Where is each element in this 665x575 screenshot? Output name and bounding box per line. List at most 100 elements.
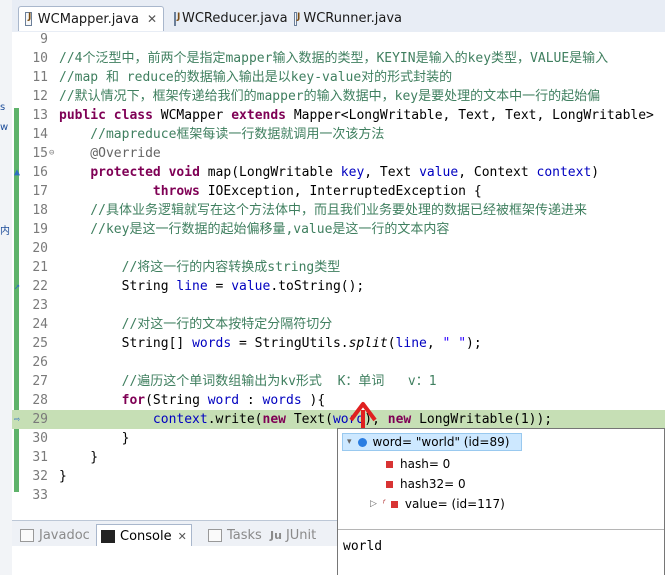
code-text: public class WCMapper extends Mapper<Lon…: [59, 106, 654, 125]
tab-junit[interactable]: Ju JUnit: [270, 525, 316, 545]
variable-hover-popup[interactable]: ▾ word= "world" (id=89) hash= 0 hash32= …: [337, 428, 665, 575]
code-line[interactable]: 27 //遍历这个单词数组输出为kv形式 K：单词 v：1: [12, 372, 665, 391]
code-token: Mapper<LongWritable, Text, Text, LongWri…: [293, 108, 654, 123]
bottom-panel-tabs: Javadoc Console ✕ Tasks Ju JUnit: [12, 520, 337, 547]
code-token: value: [419, 165, 459, 180]
code-token: split: [348, 336, 388, 351]
variable-root[interactable]: ▾ word= "world" (id=89): [342, 433, 522, 451]
tab-tasks[interactable]: Tasks: [208, 525, 262, 545]
code-line[interactable]: 16 ▲ protected void map(LongWritable key,…: [12, 163, 665, 182]
code-token: //mapreduce框架每读一行数据就调用一次该方法: [59, 127, 385, 142]
tab-console[interactable]: Console ✕: [96, 524, 192, 547]
variable-field-value[interactable]: ▷ ᶠ value= (id=117): [370, 495, 505, 513]
tab-label: WCRunner.java: [303, 11, 402, 26]
code-line[interactable]: 24 //对这一行的文本按特定分隔符切分: [12, 315, 665, 334]
tab-javadoc[interactable]: Javadoc: [20, 525, 90, 545]
tab-wcreducer[interactable]: WCReducer.java: [168, 6, 288, 31]
line-number: 31: [32, 450, 48, 465]
code-token: (String: [145, 393, 208, 408]
line-number: 18: [32, 203, 48, 218]
line-number: 12: [32, 89, 48, 104]
code-line[interactable]: 19 //key是这一行数据的起始偏移量,value是这一行的文本内容: [12, 220, 665, 239]
code-line[interactable]: 10 //4个泛型中，前两个是指定mapper输入数据的类型，KEYIN是输入的k…: [12, 49, 665, 68]
code-token: word: [207, 393, 240, 408]
code-token: " ": [442, 336, 467, 351]
code-line[interactable]: 14 //mapreduce框架每读一行数据就调用一次该方法: [12, 125, 665, 144]
code-token: map(LongWritable: [207, 165, 341, 180]
code-token: extends: [231, 108, 294, 123]
variable-field-hash32[interactable]: hash32= 0: [386, 475, 466, 493]
code-line[interactable]: 21 //将这一行的内容转换成string类型: [12, 258, 665, 277]
code-line[interactable]: 26: [12, 353, 665, 372]
code-text: }: [59, 429, 130, 448]
code-token: ){: [301, 393, 326, 408]
private-field-icon: [390, 500, 398, 508]
code-token: //key是这一行数据的起始偏移量,value是这一行的文本内容: [59, 222, 450, 237]
tasks-icon: [208, 528, 222, 542]
code-token: key: [340, 165, 365, 180]
code-line[interactable]: 12 //默认情况下，框架传递给我们的mapper的输入数据中，key是要处理的文…: [12, 87, 665, 106]
code-line[interactable]: 15 ⊖ @Override: [12, 144, 665, 163]
code-token: value: [231, 279, 271, 294]
code-line[interactable]: 28 for(String word : words ){: [12, 391, 665, 410]
console-icon: [101, 529, 115, 543]
code-token: , Text: [364, 165, 420, 180]
collapse-triangle-icon[interactable]: ▾: [347, 437, 352, 447]
local-variable-icon: [357, 437, 367, 447]
code-line[interactable]: 17 throws IOException, InterruptedExcept…: [12, 182, 665, 201]
line-number: 30: [32, 431, 48, 446]
tab-wcmapper[interactable]: WCMapper.java ✕: [18, 6, 164, 31]
variable-detail-text: world: [343, 539, 383, 554]
left-strip-text: w: [0, 122, 9, 133]
line-number: 25: [32, 336, 48, 351]
close-icon[interactable]: ✕: [178, 530, 187, 543]
tab-wcrunner[interactable]: WCRunner.java: [288, 6, 408, 31]
line-number: 26: [32, 355, 48, 370]
gutter-marker-icon[interactable]: ⇨: [14, 410, 20, 429]
code-text: String[] words = StringUtils.split(line,…: [59, 334, 482, 353]
tab-label: WCReducer.java: [182, 11, 288, 26]
line-number: 22: [32, 279, 48, 294]
line-number: 29: [32, 412, 48, 427]
tab-label: Tasks: [227, 527, 262, 543]
line-number: 19: [32, 222, 48, 237]
code-line[interactable]: 20: [12, 239, 665, 258]
line-number: 24: [32, 317, 48, 332]
code-line[interactable]: 13 public class WCMapper extends Mapper<L…: [12, 106, 665, 125]
field-label: hash32= 0: [400, 477, 466, 491]
code-line[interactable]: 25 String[] words = StringUtils.split(li…: [12, 334, 665, 353]
code-token: //遍历这个单词数组输出为kv形式 K：单词 v：1: [59, 374, 437, 389]
code-token: line: [176, 279, 208, 294]
code-token: words: [192, 336, 232, 351]
gutter-marker-icon[interactable]: ▲: [14, 163, 20, 182]
code-text: //map 和 reduce的数据输入输出是以key-value对的形式封装的: [59, 68, 452, 87]
code-token: ,: [426, 336, 443, 351]
code-line[interactable]: 23: [12, 296, 665, 315]
variable-field-hash[interactable]: hash= 0: [386, 455, 450, 473]
line-number: 32: [32, 469, 48, 484]
console-output[interactable]: [12, 546, 337, 575]
code-token: }: [59, 450, 99, 465]
code-line[interactable]: 18 //具体业务逻辑就写在这个方法体中，而且我们业务要处理的数据已经被框架传递…: [12, 201, 665, 220]
code-text: throws IOException, InterruptedException…: [59, 182, 482, 201]
code-line[interactable]: 9: [12, 32, 665, 49]
close-icon[interactable]: ✕: [147, 12, 157, 26]
code-line[interactable]: 29 ⇨ context.write(new Text(word), new Lo…: [12, 410, 665, 429]
gutter-marker-icon[interactable]: ↗: [14, 277, 20, 296]
code-text: //具体业务逻辑就写在这个方法体中，而且我们业务要处理的数据已经被框架传递进来: [59, 201, 587, 220]
variable-root-label: word= "world" (id=89): [372, 435, 510, 449]
code-text: //key是这一行数据的起始偏移量,value是这一行的文本内容: [59, 220, 449, 239]
variable-detail-pane[interactable]: world: [338, 529, 664, 575]
code-token: //具体业务逻辑就写在这个方法体中，而且我们业务要处理的数据已经被框架传递进来: [59, 203, 587, 218]
code-line[interactable]: 11 //map 和 reduce的数据输入输出是以key-value对的形式封装…: [12, 68, 665, 87]
line-number: 17: [32, 184, 48, 199]
code-text: String line = value.toString();: [59, 277, 365, 296]
tab-label: Javadoc: [39, 527, 90, 543]
fold-toggle-icon[interactable]: ⊖: [49, 144, 54, 163]
expand-triangle-icon[interactable]: ▷: [370, 499, 377, 509]
code-token: String: [59, 279, 177, 294]
tab-label: WCMapper.java: [37, 11, 139, 27]
code-line[interactable]: 22 ↗ String line = value.toString();: [12, 277, 665, 296]
code-token: String[]: [59, 336, 193, 351]
